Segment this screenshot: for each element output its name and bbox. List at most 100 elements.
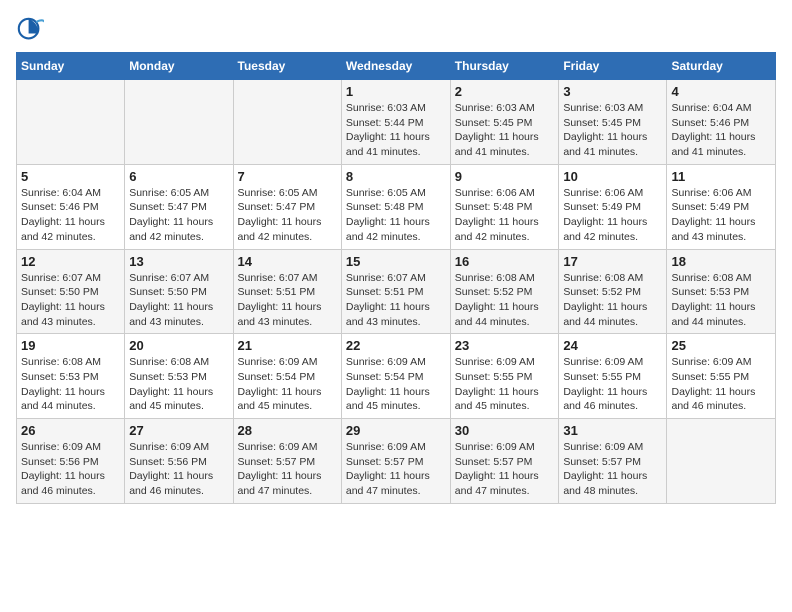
day-number: 14 xyxy=(238,254,337,269)
calendar-cell: 8 Sunrise: 6:05 AM Sunset: 5:48 PM Daylig… xyxy=(341,164,450,249)
calendar-cell xyxy=(17,80,125,165)
day-number: 6 xyxy=(129,169,228,184)
day-info: Sunrise: 6:08 AM Sunset: 5:52 PM Dayligh… xyxy=(563,271,662,330)
day-number: 8 xyxy=(346,169,446,184)
day-info: Sunrise: 6:07 AM Sunset: 5:51 PM Dayligh… xyxy=(238,271,337,330)
day-number: 15 xyxy=(346,254,446,269)
day-number: 2 xyxy=(455,84,555,99)
calendar-table: SundayMondayTuesdayWednesdayThursdayFrid… xyxy=(16,52,776,504)
calendar-cell: 14 Sunrise: 6:07 AM Sunset: 5:51 PM Dayli… xyxy=(233,249,341,334)
day-info: Sunrise: 6:08 AM Sunset: 5:53 PM Dayligh… xyxy=(21,355,120,414)
calendar-cell: 6Sunrise: 6:05 AM Sunset: 5:47 PM Daylig… xyxy=(125,164,233,249)
day-number: 24 xyxy=(563,338,662,353)
calendar-cell: 23 Sunrise: 6:09 AM Sunset: 5:55 PM Dayli… xyxy=(450,334,559,419)
logo-icon xyxy=(16,16,44,44)
day-info: Sunrise: 6:09 AM Sunset: 5:57 PM Dayligh… xyxy=(238,440,337,499)
calendar-cell xyxy=(233,80,341,165)
day-info: Sunrise: 6:07 AM Sunset: 5:51 PM Dayligh… xyxy=(346,271,446,330)
day-info: Sunrise: 6:08 AM Sunset: 5:53 PM Dayligh… xyxy=(671,271,771,330)
day-number: 13 xyxy=(129,254,228,269)
calendar-week-row: 12 Sunrise: 6:07 AM Sunset: 5:50 PM Dayli… xyxy=(17,249,776,334)
calendar-cell: 21 Sunrise: 6:09 AM Sunset: 5:54 PM Dayli… xyxy=(233,334,341,419)
day-number: 16 xyxy=(455,254,555,269)
day-info: Sunrise: 6:09 AM Sunset: 5:54 PM Dayligh… xyxy=(346,355,446,414)
calendar-cell: 29 Sunrise: 6:09 AM Sunset: 5:57 PM Dayli… xyxy=(341,419,450,504)
day-info: Sunrise: 6:06 AM Sunset: 5:48 PM Dayligh… xyxy=(455,186,555,245)
day-number: 25 xyxy=(671,338,771,353)
day-number: 5 xyxy=(21,169,120,184)
calendar-cell: 10Sunrise: 6:06 AM Sunset: 5:49 PM Dayli… xyxy=(559,164,667,249)
calendar-cell: 12 Sunrise: 6:07 AM Sunset: 5:50 PM Dayli… xyxy=(17,249,125,334)
calendar-cell xyxy=(667,419,776,504)
day-number: 7 xyxy=(238,169,337,184)
calendar-cell: 3Sunrise: 6:03 AM Sunset: 5:45 PM Daylig… xyxy=(559,80,667,165)
day-info: Sunrise: 6:09 AM Sunset: 5:56 PM Dayligh… xyxy=(129,440,228,499)
calendar-cell: 27 Sunrise: 6:09 AM Sunset: 5:56 PM Dayli… xyxy=(125,419,233,504)
calendar-cell: 1Sunrise: 6:03 AM Sunset: 5:44 PM Daylig… xyxy=(341,80,450,165)
day-number: 17 xyxy=(563,254,662,269)
day-number: 22 xyxy=(346,338,446,353)
day-number: 4 xyxy=(671,84,771,99)
calendar-week-row: 1Sunrise: 6:03 AM Sunset: 5:44 PM Daylig… xyxy=(17,80,776,165)
calendar-cell: 16 Sunrise: 6:08 AM Sunset: 5:52 PM Dayli… xyxy=(450,249,559,334)
page-header xyxy=(16,16,776,44)
calendar-cell: 20Sunrise: 6:08 AM Sunset: 5:53 PM Dayli… xyxy=(125,334,233,419)
day-number: 3 xyxy=(563,84,662,99)
calendar-cell: 11 Sunrise: 6:06 AM Sunset: 5:49 PM Dayli… xyxy=(667,164,776,249)
calendar-cell: 31 Sunrise: 6:09 AM Sunset: 5:57 PM Dayli… xyxy=(559,419,667,504)
day-info: Sunrise: 6:05 AM Sunset: 5:48 PM Dayligh… xyxy=(346,186,446,245)
day-number: 12 xyxy=(21,254,120,269)
calendar-cell: 7 Sunrise: 6:05 AM Sunset: 5:47 PM Daylig… xyxy=(233,164,341,249)
day-info: Sunrise: 6:04 AM Sunset: 5:46 PM Dayligh… xyxy=(671,101,771,160)
day-number: 28 xyxy=(238,423,337,438)
day-info: Sunrise: 6:03 AM Sunset: 5:45 PM Dayligh… xyxy=(455,101,555,160)
calendar-week-row: 5 Sunrise: 6:04 AM Sunset: 5:46 PM Daylig… xyxy=(17,164,776,249)
day-number: 23 xyxy=(455,338,555,353)
day-info: Sunrise: 6:09 AM Sunset: 5:57 PM Dayligh… xyxy=(455,440,555,499)
day-info: Sunrise: 6:09 AM Sunset: 5:57 PM Dayligh… xyxy=(346,440,446,499)
day-number: 19 xyxy=(21,338,120,353)
day-info: Sunrise: 6:04 AM Sunset: 5:46 PM Dayligh… xyxy=(21,186,120,245)
calendar-header-wednesday: Wednesday xyxy=(341,53,450,80)
calendar-cell: 26Sunrise: 6:09 AM Sunset: 5:56 PM Dayli… xyxy=(17,419,125,504)
calendar-cell: 24 Sunrise: 6:09 AM Sunset: 5:55 PM Dayli… xyxy=(559,334,667,419)
day-info: Sunrise: 6:09 AM Sunset: 5:55 PM Dayligh… xyxy=(455,355,555,414)
day-number: 10 xyxy=(563,169,662,184)
day-number: 27 xyxy=(129,423,228,438)
day-info: Sunrise: 6:09 AM Sunset: 5:55 PM Dayligh… xyxy=(671,355,771,414)
calendar-week-row: 19 Sunrise: 6:08 AM Sunset: 5:53 PM Dayli… xyxy=(17,334,776,419)
day-number: 29 xyxy=(346,423,446,438)
day-info: Sunrise: 6:08 AM Sunset: 5:53 PM Dayligh… xyxy=(129,355,228,414)
calendar-cell xyxy=(125,80,233,165)
day-info: Sunrise: 6:06 AM Sunset: 5:49 PM Dayligh… xyxy=(671,186,771,245)
logo xyxy=(16,16,48,44)
day-info: Sunrise: 6:09 AM Sunset: 5:55 PM Dayligh… xyxy=(563,355,662,414)
day-info: Sunrise: 6:05 AM Sunset: 5:47 PM Dayligh… xyxy=(238,186,337,245)
calendar-cell: 9 Sunrise: 6:06 AM Sunset: 5:48 PM Daylig… xyxy=(450,164,559,249)
calendar-cell: 17 Sunrise: 6:08 AM Sunset: 5:52 PM Dayli… xyxy=(559,249,667,334)
calendar-header-friday: Friday xyxy=(559,53,667,80)
day-number: 30 xyxy=(455,423,555,438)
calendar-header-saturday: Saturday xyxy=(667,53,776,80)
calendar-cell: 15 Sunrise: 6:07 AM Sunset: 5:51 PM Dayli… xyxy=(341,249,450,334)
day-info: Sunrise: 6:09 AM Sunset: 5:57 PM Dayligh… xyxy=(563,440,662,499)
calendar-cell: 19 Sunrise: 6:08 AM Sunset: 5:53 PM Dayli… xyxy=(17,334,125,419)
calendar-cell: 2 Sunrise: 6:03 AM Sunset: 5:45 PM Daylig… xyxy=(450,80,559,165)
day-number: 18 xyxy=(671,254,771,269)
day-info: Sunrise: 6:08 AM Sunset: 5:52 PM Dayligh… xyxy=(455,271,555,330)
day-info: Sunrise: 6:09 AM Sunset: 5:54 PM Dayligh… xyxy=(238,355,337,414)
day-number: 21 xyxy=(238,338,337,353)
calendar-cell: 5 Sunrise: 6:04 AM Sunset: 5:46 PM Daylig… xyxy=(17,164,125,249)
calendar-cell: 22 Sunrise: 6:09 AM Sunset: 5:54 PM Dayli… xyxy=(341,334,450,419)
day-number: 9 xyxy=(455,169,555,184)
day-number: 26 xyxy=(21,423,120,438)
day-info: Sunrise: 6:03 AM Sunset: 5:44 PM Dayligh… xyxy=(346,101,446,160)
calendar-cell: 25 Sunrise: 6:09 AM Sunset: 5:55 PM Dayli… xyxy=(667,334,776,419)
calendar-header-row: SundayMondayTuesdayWednesdayThursdayFrid… xyxy=(17,53,776,80)
day-number: 31 xyxy=(563,423,662,438)
day-info: Sunrise: 6:07 AM Sunset: 5:50 PM Dayligh… xyxy=(21,271,120,330)
calendar-cell: 30 Sunrise: 6:09 AM Sunset: 5:57 PM Dayli… xyxy=(450,419,559,504)
calendar-header-monday: Monday xyxy=(125,53,233,80)
calendar-cell: 4 Sunrise: 6:04 AM Sunset: 5:46 PM Daylig… xyxy=(667,80,776,165)
day-number: 11 xyxy=(671,169,771,184)
